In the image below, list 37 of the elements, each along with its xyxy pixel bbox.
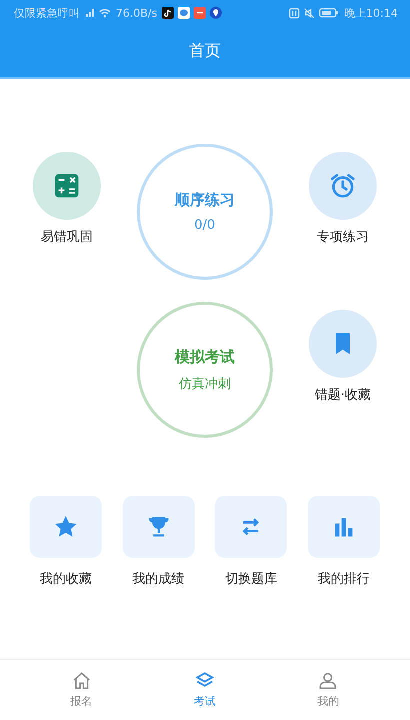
app-icon [194, 7, 206, 19]
shortcut-label: 专项练习 [317, 229, 369, 246]
nav-tab[interactable]: 我的 [298, 660, 358, 720]
nav-tab[interactable]: 报名 [52, 660, 112, 720]
tool-button[interactable] [308, 496, 380, 558]
tool-button[interactable] [215, 496, 288, 558]
mute-icon [304, 8, 316, 18]
shortcut-label: 易错巩固 [41, 229, 93, 246]
tool-label: 我的成绩 [132, 571, 185, 588]
location-icon [210, 7, 222, 19]
signal-icon [85, 8, 95, 18]
shortcut-label: 错题·收藏 [314, 387, 372, 404]
carrier-text: 仅限紧急呼叫 [14, 6, 80, 20]
practice-subtitle: 仿真冲刺 [179, 376, 231, 392]
practice-subtitle: 0/0 [194, 218, 216, 233]
clock-time: 晚上10:14 [344, 6, 398, 20]
app-icon [162, 7, 174, 19]
home-icon [72, 671, 92, 691]
wifi-icon [99, 8, 111, 18]
tool-label: 我的排行 [318, 571, 370, 588]
practice-title: 顺序练习 [175, 191, 235, 210]
battery-icon [319, 8, 340, 18]
page-title: 首页 [189, 41, 221, 62]
tool-label: 切换题库 [225, 571, 278, 588]
alarm-clock-icon [329, 172, 357, 200]
tool-button[interactable] [30, 496, 102, 558]
practice-button[interactable]: 顺序练习 0/0 [137, 144, 273, 280]
star-icon [53, 514, 79, 540]
calculator-icon [53, 172, 81, 200]
nav-tab[interactable]: 考试 [174, 660, 235, 720]
practice-button[interactable]: 模拟考试 仿真冲刺 [137, 302, 273, 438]
tool-button[interactable] [122, 496, 195, 558]
person-icon [318, 671, 338, 691]
practice-title: 模拟考试 [175, 348, 235, 366]
tool-label: 我的收藏 [40, 571, 92, 588]
app-icon [178, 7, 190, 19]
network-speed: 76.0B/s [116, 6, 158, 20]
